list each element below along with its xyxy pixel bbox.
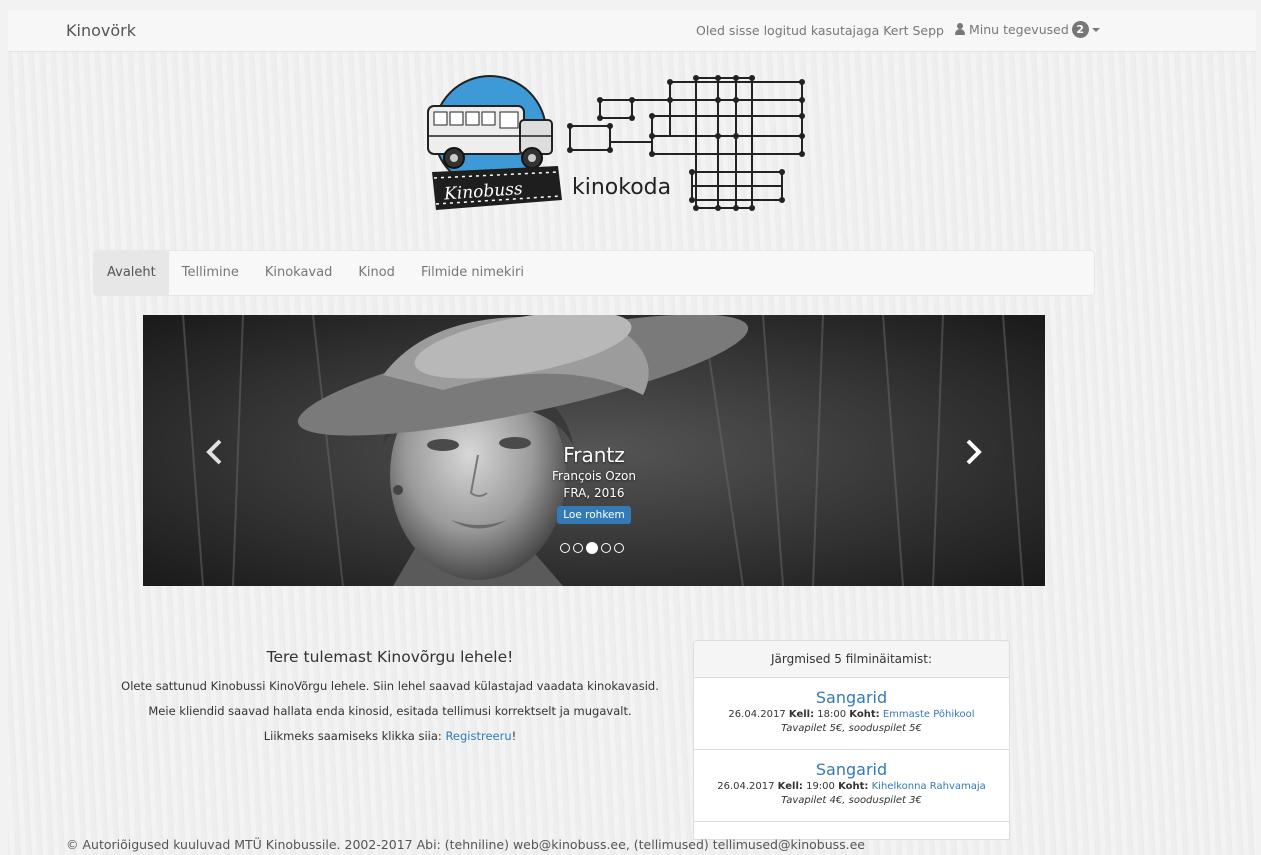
menu-item-kinod[interactable]: Kinod [345,251,408,295]
show-place-link[interactable]: Kihelkonna Rahvamaja [872,781,986,792]
welcome-heading: Tere tulemast Kinovõrgu lehele! [266,648,514,666]
welcome-line-1: Olete sattunud Kinobussi KinoVõrgu lehel… [121,679,659,693]
upcoming-shows-heading: Järgmised 5 filminäitamist: [694,641,1009,678]
show-date: 26.04.2017 [717,781,775,792]
upcoming-shows-panel: Järgmised 5 filminäitamist: Sangarid 26.… [693,640,1010,840]
show-price: Tavapilet 4€, sooduspilet 3€ [781,795,922,806]
show-time-label: Kell: [788,709,815,720]
my-actions-dropdown[interactable]: Minu tegevused 2 [954,21,1100,38]
brand-link[interactable]: Kinovörk [66,21,136,40]
main-menu: Avaleht Tellimine Kinokavad Kinod Filmid… [93,250,1095,296]
top-navbar: Kinovörk Oled sisse logitud kasutajaga K… [8,10,1256,52]
my-actions-label: Minu tegevused [969,22,1069,37]
show-info: 26.04.2017 Kell: 18:00 Koht: Emmaste Põh… [694,708,1009,722]
welcome-section: Tere tulemast Kinovõrgu lehele! Olete sa… [80,648,700,749]
show-price: Tavapilet 5€, sooduspilet 5€ [781,723,922,734]
carousel-indicator-dot[interactable] [573,543,583,553]
carousel-indicator-dot[interactable] [614,543,624,553]
login-status-text: Oled sisse logitud kasutajaga Kert Sepp [696,23,944,38]
logo-kinokoda-text: kinokoda [572,175,671,200]
show-place-label: Koht: [849,709,880,720]
show-info: 26.04.2017 Kell: 19:00 Koht: Kihelkonna … [694,780,1009,794]
show-place-link[interactable]: Emmaste Põhikool [883,709,975,720]
show-time: 19:00 [806,781,835,792]
caret-down-icon [1091,27,1100,32]
film-carousel: Frantz François Ozon FRA, 2016 Loe rohke… [143,315,1045,586]
notification-badge: 2 [1071,21,1089,38]
welcome-line-3: Liikmeks saamiseks klikka siia: Registre… [80,724,700,749]
menu-item-avaleht[interactable]: Avaleht [94,251,169,295]
carousel-indicator-dot[interactable] [601,543,611,553]
carousel-film-director: François Ozon [552,469,636,483]
footer-copyright: © Autoriõigused kuuluvad MTÜ Kinobussile… [66,837,865,852]
register-link[interactable]: Registreeru [445,729,511,743]
carousel-film-title: Frantz [563,443,625,467]
show-time: 18:00 [817,709,847,720]
welcome-line-2: Meie kliendid saavad hallata enda kinosi… [148,704,632,718]
show-item: Sangarid 26.04.2017 Kell: 19:00 Koht: Ki… [694,750,1009,822]
show-time-label: Kell: [777,781,803,792]
carousel-caption: Frantz François Ozon FRA, 2016 Loe rohke… [528,442,660,524]
show-date: 26.04.2017 [728,709,786,720]
user-icon [954,23,966,36]
menu-item-kinokavad[interactable]: Kinokavad [252,251,346,295]
carousel-prev-arrow-icon[interactable] [200,437,230,467]
menu-item-filmide-nimekiri[interactable]: Filmide nimekiri [408,251,537,295]
register-suffix: ! [511,729,517,743]
carousel-indicators [560,542,624,554]
carousel-next-arrow-icon[interactable] [958,437,988,467]
site-logo: Kinobuss kinokoda [427,75,805,211]
carousel-film-country-year: FRA, 2016 [563,486,625,500]
carousel-indicator-dot[interactable] [586,542,598,554]
read-more-button[interactable]: Loe rohkem [557,506,631,524]
menu-item-tellimine[interactable]: Tellimine [169,251,252,295]
register-prompt-text: Liikmeks saamiseks klikka siia: [263,729,442,743]
show-place-label: Koht: [838,781,869,792]
show-item: Sangarid 26.04.2017 Kell: 18:00 Koht: Em… [694,678,1009,750]
show-title-link[interactable]: Sangarid [694,760,1009,780]
show-title-link[interactable]: Sangarid [694,688,1009,708]
carousel-indicator-dot[interactable] [560,543,570,553]
